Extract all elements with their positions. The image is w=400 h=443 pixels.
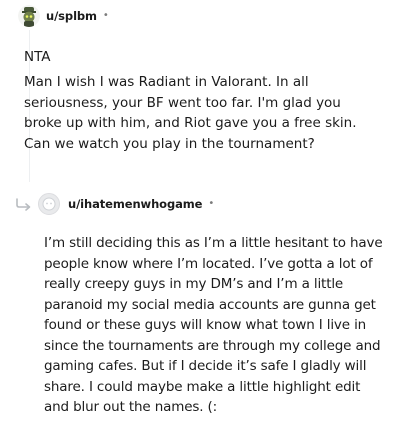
comment-2-username[interactable]: u/ihatemenwhogame bbox=[68, 197, 202, 211]
comment-2-body: I’m still deciding this as I’m a little … bbox=[44, 235, 383, 415]
comment-1-verdict: NTA bbox=[24, 49, 51, 65]
default-avatar-icon[interactable] bbox=[38, 193, 60, 215]
comment-1-body: Man I wish I was Radiant in Valorant. In… bbox=[24, 74, 357, 152]
comment-1-header: u/splbm • bbox=[18, 4, 109, 28]
comment-2-header: u/ihatemenwhogame • bbox=[14, 192, 214, 216]
separator-dot: • bbox=[208, 198, 215, 209]
comment-thread: u/splbm • NTA Man I wish I was Radiant i… bbox=[0, 0, 400, 443]
separator-dot: • bbox=[102, 10, 109, 21]
comment-1-username[interactable]: u/splbm bbox=[46, 9, 97, 23]
snoo-avatar-icon[interactable] bbox=[18, 5, 40, 27]
reply-arrow-icon bbox=[14, 196, 34, 212]
